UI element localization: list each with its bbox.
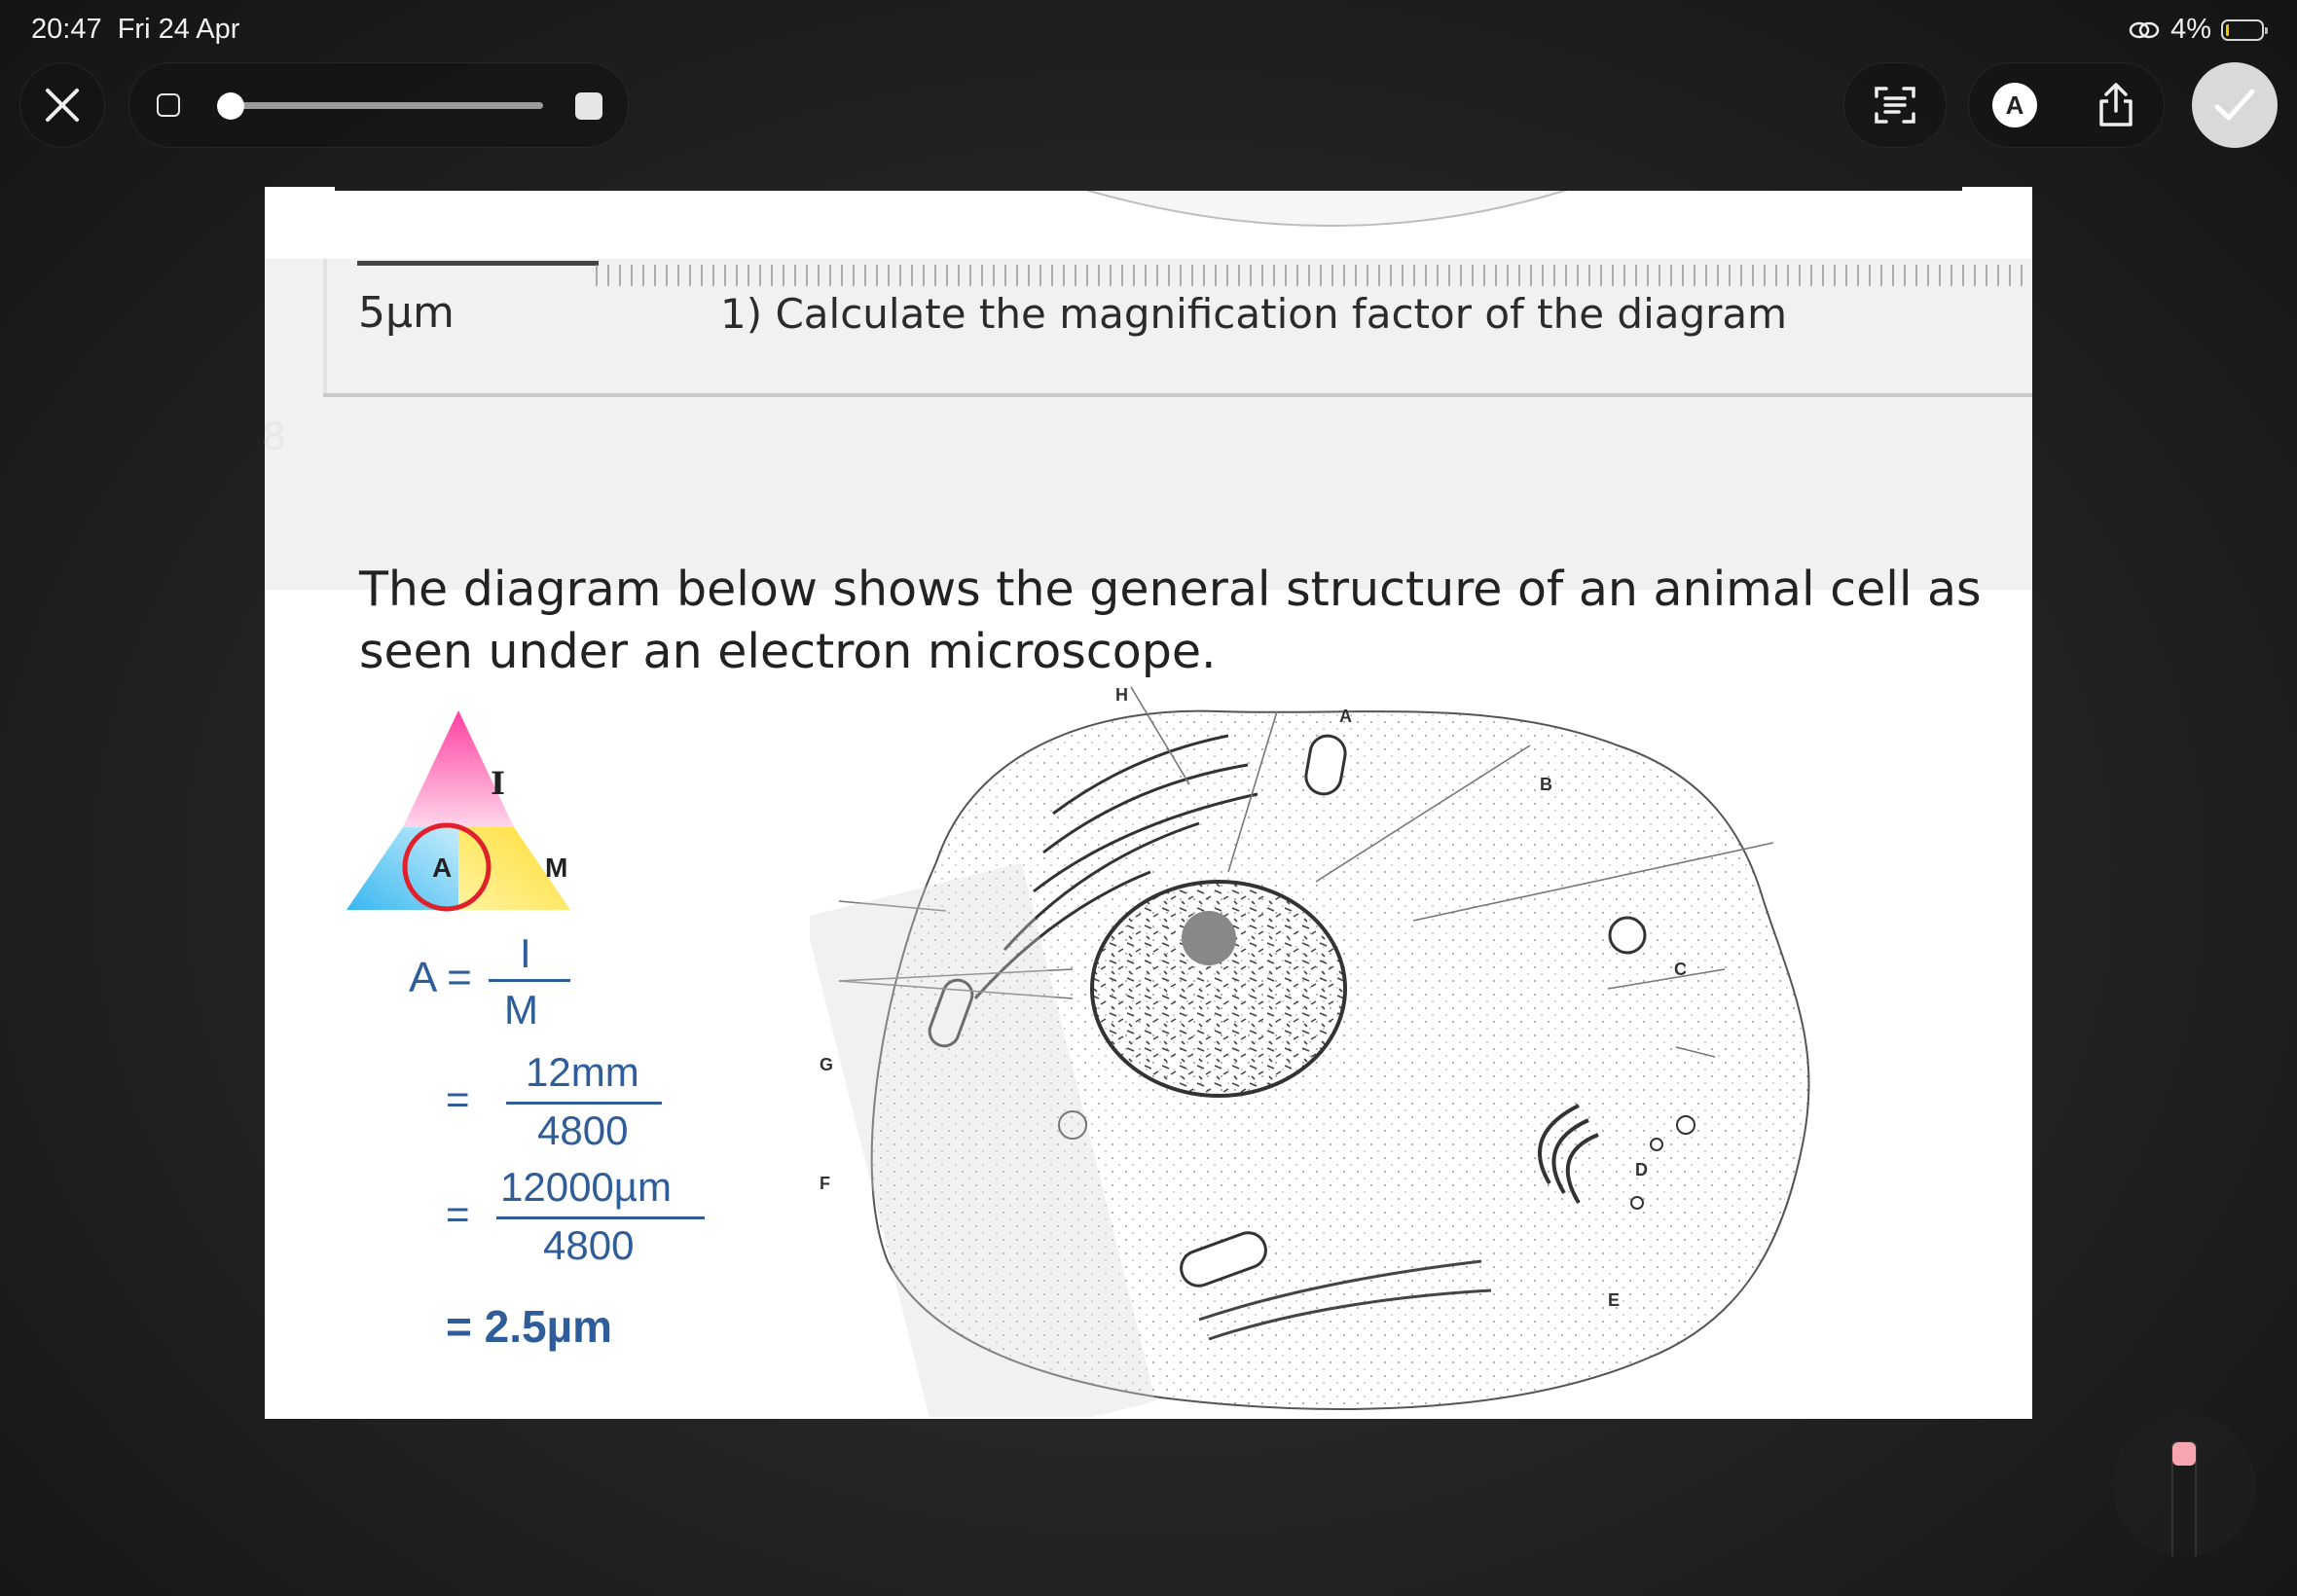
animal-cell-diagram	[810, 686, 1810, 1417]
question-text: 1) Calculate the magnification factor of…	[720, 290, 1788, 338]
scale-bar	[357, 261, 599, 266]
fraction-bar-3	[496, 1216, 705, 1219]
crop-handle-right[interactable]	[2026, 769, 2032, 837]
band-shadow	[323, 393, 2032, 397]
close-button[interactable]	[19, 62, 105, 148]
crop-handle-bottom-right-v[interactable]	[2026, 1349, 2032, 1419]
ruler-ticks	[596, 265, 2032, 286]
cell-label-d: D	[1635, 1160, 1648, 1179]
close-icon	[46, 89, 79, 122]
square-filled-icon	[575, 92, 602, 120]
status-time: 20:47 Fri 24 Apr	[31, 14, 240, 45]
crop-handle-top-right-v[interactable]	[2026, 187, 2032, 257]
crop-handle-bottom-left-v[interactable]	[265, 1349, 271, 1419]
screenshot-document[interactable]: 5µm 1) Calculate the magnification facto…	[265, 191, 2032, 1419]
cell-label-e: E	[1608, 1290, 1621, 1310]
slider-track[interactable]	[222, 102, 543, 109]
page-number: 8	[263, 413, 286, 458]
formula-eq2: =	[446, 1076, 470, 1122]
formula-num2: 12mm	[526, 1049, 639, 1095]
formula-num3: 12000µm	[500, 1164, 672, 1210]
crop-handle-top-left[interactable]	[265, 187, 335, 193]
pencil-icon	[2171, 1441, 2197, 1557]
share-button[interactable]	[2094, 83, 2138, 127]
triangle-label-i: I	[491, 765, 505, 802]
fraction-bar-2	[506, 1102, 662, 1105]
crop-handle-top-left-v[interactable]	[265, 187, 271, 257]
live-text-button[interactable]	[1843, 62, 1947, 148]
formula-num1: I	[520, 930, 531, 976]
cell-label-b: B	[1540, 775, 1552, 794]
triangle-label-m: M	[545, 852, 568, 883]
pencil-tool-button[interactable]	[2112, 1413, 2256, 1557]
battery-percent: 4%	[2170, 14, 2211, 45]
done-button[interactable]	[2192, 62, 2278, 148]
cell-partial-top	[1085, 191, 1568, 227]
markup-icon: A	[2005, 90, 2024, 120]
square-outline-icon	[157, 93, 180, 117]
share-icon	[2099, 83, 2133, 127]
formula-result: = 2.5µm	[446, 1301, 612, 1352]
status-indicators: 4%	[2128, 14, 2268, 46]
intro-text: The diagram below shows the general stru…	[359, 562, 1982, 679]
triangle-label-a: A	[432, 852, 453, 883]
battery-icon	[2221, 18, 2268, 41]
text-scan-icon	[1875, 87, 1915, 124]
slider-thumb[interactable]	[217, 92, 244, 120]
crop-handle-left[interactable]	[265, 769, 271, 837]
checkmark-icon	[2214, 89, 2255, 121]
cell-label-h: H	[1115, 685, 1128, 705]
cell-label-c: C	[1674, 960, 1687, 979]
band-edge	[323, 259, 327, 395]
cell-label-f: F	[820, 1174, 830, 1193]
link-icon	[2129, 21, 2160, 38]
formula-lhs: A =	[409, 954, 472, 1001]
crop-handle-bottom-right[interactable]	[1962, 1413, 2032, 1419]
formula-triangle	[346, 710, 570, 912]
scale-label: 5µm	[358, 288, 455, 338]
markup-share-pill: A	[1968, 62, 2165, 148]
cell-label-a: A	[1339, 707, 1352, 726]
formula-den1: M	[504, 987, 538, 1033]
fraction-bar-1	[489, 979, 570, 982]
opacity-slider-pill[interactable]	[128, 62, 629, 148]
status-date: Fri 24 Apr	[117, 14, 240, 45]
formula-den3: 4800	[543, 1222, 635, 1268]
crop-handle-top-right[interactable]	[1962, 187, 2032, 193]
crop-handle-bottom-left[interactable]	[265, 1413, 335, 1419]
cell-label-g: G	[820, 1055, 834, 1074]
formula-eq3: =	[446, 1191, 470, 1237]
formula-den2: 4800	[537, 1107, 629, 1153]
markup-button[interactable]: A	[1992, 83, 2037, 127]
